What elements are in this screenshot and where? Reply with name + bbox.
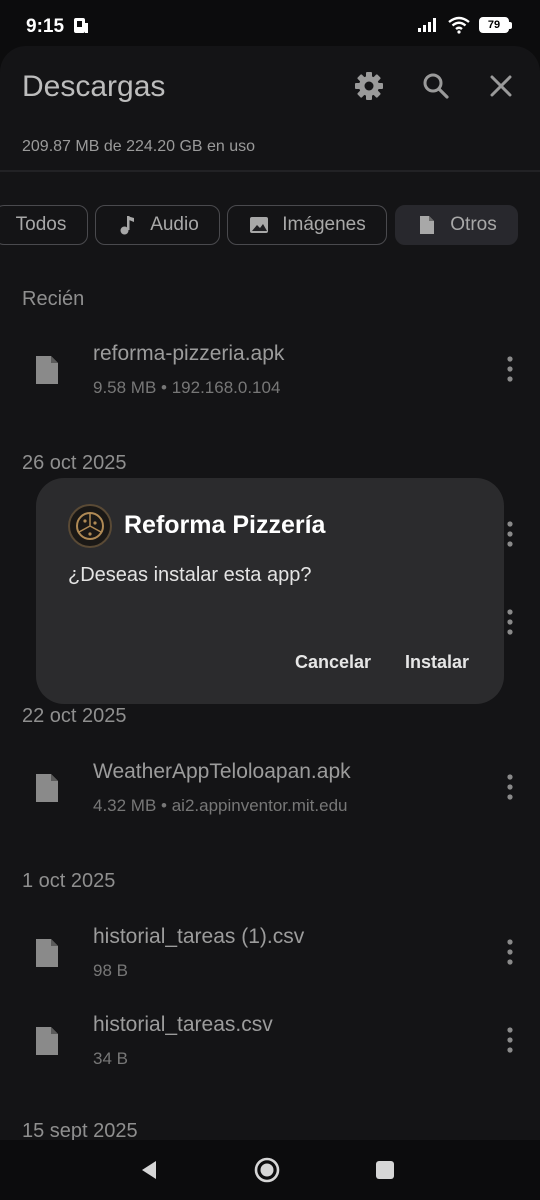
chip-label: Otros bbox=[450, 214, 497, 235]
more-options-icon[interactable] bbox=[502, 772, 518, 802]
storage-usage: 209.87 MB de 224.20 GB en uso bbox=[22, 138, 256, 155]
file-name: historial_tareas.csv bbox=[93, 1013, 273, 1036]
file-name: WeatherAppTeloloapan.apk bbox=[93, 760, 351, 783]
file-icon bbox=[36, 939, 58, 967]
chip-label: Imágenes bbox=[282, 214, 366, 235]
more-options-icon[interactable] bbox=[502, 937, 518, 967]
status-bar: 9:15 79 bbox=[0, 0, 540, 50]
notification-app-icon bbox=[74, 18, 88, 33]
navigation-bar bbox=[0, 1140, 540, 1200]
gear-icon[interactable] bbox=[353, 70, 385, 102]
wifi-icon bbox=[448, 16, 470, 34]
pizza-icon bbox=[76, 512, 104, 540]
battery-indicator: 79 bbox=[479, 17, 512, 33]
file-name: reforma-pizzeria.apk bbox=[93, 342, 285, 365]
page-title: Descargas bbox=[22, 70, 166, 103]
dialog-message: ¿Deseas instalar esta app? bbox=[68, 564, 312, 586]
list-item[interactable]: WeatherAppTeloloapan.apk 4.32 MB • ai2.a… bbox=[0, 754, 540, 824]
install-dialog: Reforma Pizzería ¿Deseas instalar esta a… bbox=[36, 478, 504, 704]
file-icon bbox=[36, 774, 58, 802]
chip-todos[interactable]: Todos bbox=[0, 205, 88, 245]
file-icon bbox=[420, 216, 435, 234]
list-item[interactable]: historial_tareas (1).csv 98 B bbox=[0, 919, 540, 989]
status-time: 9:15 bbox=[26, 16, 65, 37]
file-meta: 34 B bbox=[93, 1049, 128, 1068]
install-button[interactable]: Instalar bbox=[405, 652, 469, 673]
file-name: historial_tareas (1).csv bbox=[93, 925, 305, 948]
search-icon[interactable] bbox=[420, 70, 452, 102]
home-icon[interactable] bbox=[251, 1154, 283, 1186]
more-options-icon[interactable] bbox=[502, 1025, 518, 1055]
chip-label: Audio bbox=[150, 214, 199, 235]
status-right: 79 bbox=[417, 16, 512, 34]
more-options-icon[interactable] bbox=[502, 607, 518, 637]
dialog-title: Reforma Pizzería bbox=[124, 511, 326, 539]
app-logo bbox=[68, 504, 112, 548]
recents-icon[interactable] bbox=[369, 1154, 401, 1186]
close-icon[interactable] bbox=[485, 70, 517, 102]
file-icon bbox=[36, 1027, 58, 1055]
chip-audio[interactable]: Audio bbox=[95, 205, 220, 245]
cancel-button[interactable]: Cancelar bbox=[295, 652, 371, 673]
file-meta: 98 B bbox=[93, 961, 128, 980]
file-meta: 9.58 MB • 192.168.0.104 bbox=[93, 378, 281, 397]
section-header: 26 oct 2025 bbox=[22, 452, 127, 474]
divider bbox=[0, 170, 540, 172]
signal-icon bbox=[418, 18, 436, 32]
list-item[interactable]: reforma-pizzeria.apk 9.58 MB • 192.168.0… bbox=[0, 336, 540, 406]
file-meta: 4.32 MB • ai2.appinventor.mit.edu bbox=[93, 796, 348, 815]
list-item[interactable]: historial_tareas.csv 34 B bbox=[0, 1007, 540, 1077]
music-note-icon bbox=[120, 216, 135, 235]
image-icon bbox=[250, 217, 269, 233]
chip-imagenes[interactable]: Imágenes bbox=[227, 205, 387, 245]
section-header: 22 oct 2025 bbox=[22, 705, 127, 727]
chip-label: Todos bbox=[15, 214, 67, 235]
more-options-icon[interactable] bbox=[502, 519, 518, 549]
battery-level: 79 bbox=[479, 17, 509, 33]
back-icon[interactable] bbox=[134, 1154, 166, 1186]
section-header: 1 oct 2025 bbox=[22, 870, 116, 892]
file-icon bbox=[36, 356, 58, 384]
more-options-icon[interactable] bbox=[502, 354, 518, 384]
chip-otros[interactable]: Otros bbox=[395, 205, 518, 245]
section-header: Recién bbox=[22, 288, 85, 310]
